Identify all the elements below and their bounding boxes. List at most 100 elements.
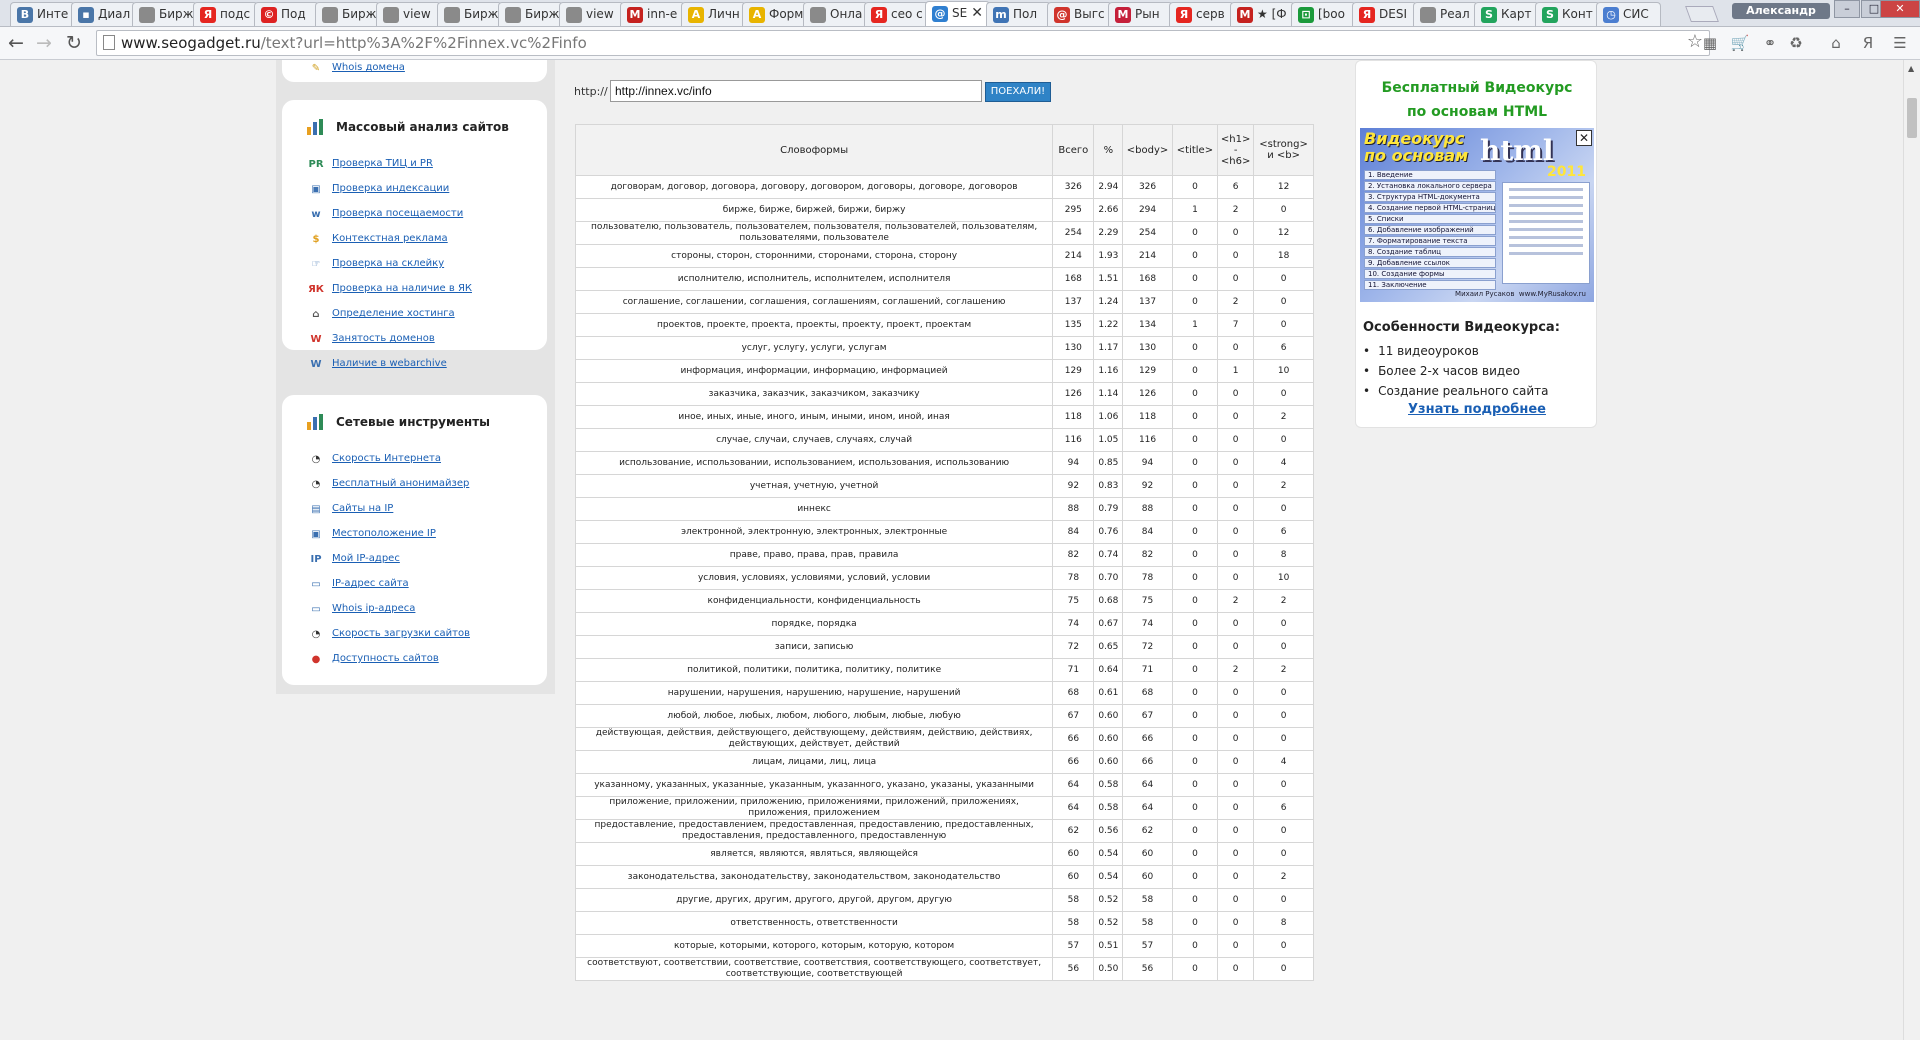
sidebar-link[interactable]: Проверка посещаемости [332, 208, 463, 219]
tab-title: Реал [1440, 7, 1470, 21]
sidebar-link[interactable]: Whois домена [332, 62, 405, 73]
sidebar-link[interactable]: Проверка на склейку [332, 258, 444, 269]
browser-tab[interactable]: Ясерв [1169, 2, 1234, 26]
word-forms-cell: указанному, указанных, указанные, указан… [574, 773, 1054, 797]
word-forms-cell: пользователю, пользователь, пользователе… [574, 221, 1054, 245]
browser-tab[interactable]: view [559, 2, 624, 26]
ad-title[interactable]: Бесплатный Видеокурс по основам HTML [1356, 76, 1598, 124]
browser-tab[interactable]: A Личн [681, 2, 746, 26]
sidebar-link[interactable]: Проверка индексации [332, 183, 449, 194]
count-cell: 0.61 [1093, 681, 1124, 705]
browser-tab[interactable]: Бирж [498, 2, 563, 26]
sidebar-link[interactable]: Местоположение IP [332, 528, 436, 539]
browser-tab[interactable]: Бирж [315, 2, 380, 26]
sidebar-link[interactable]: Проверка на наличие в ЯК [332, 283, 472, 294]
column-header[interactable]: Всего [1052, 124, 1095, 176]
ad-more-link[interactable]: Узнать подробнее [1356, 402, 1598, 417]
browser-tab[interactable]: M ★ [Ф [1230, 2, 1295, 26]
forward-arrow-icon[interactable]: → [32, 31, 56, 55]
column-header[interactable]: Словоформы [574, 124, 1054, 176]
word-forms-cell: другие, других, другим, другого, другой,… [574, 888, 1054, 912]
count-cell: 214 [1052, 244, 1095, 268]
close-icon[interactable]: ✕ [1576, 130, 1592, 146]
browser-tab[interactable]: @ Выгс [1047, 2, 1112, 26]
sidebar-link[interactable]: Наличие в webarchive [332, 358, 447, 369]
address-url[interactable]: www.seogadget.ru/text?url=http%3A%2F%2Fi… [121, 34, 587, 52]
menu-icon[interactable]: ☰ [1890, 33, 1910, 53]
count-cell: 0 [1217, 934, 1255, 958]
word-forms-cell: услуг, услугу, услуги, услугам [574, 336, 1054, 360]
sidebar-link[interactable]: Проверка ТИЦ и PR [332, 158, 433, 169]
scrollbar-thumb[interactable] [1907, 98, 1917, 138]
close-tab-icon[interactable]: ✕ [971, 5, 983, 21]
count-cell: 129 [1052, 359, 1095, 383]
sidebar-link[interactable]: Определение хостинга [332, 308, 455, 319]
browser-tab[interactable]: ▪ Диал [71, 2, 136, 26]
yandex-icon: Я [1359, 7, 1375, 23]
count-cell: 0 [1171, 244, 1219, 268]
count-cell: 0.60 [1093, 704, 1124, 728]
binoculars-icon[interactable]: ⚭ [1760, 33, 1780, 53]
cart-icon[interactable]: 🛒 [1730, 33, 1750, 53]
column-header[interactable]: <body> [1122, 124, 1173, 176]
chat-icon: ▪ [78, 7, 94, 23]
url-input[interactable] [610, 80, 982, 102]
profile-name[interactable]: Александр [1732, 3, 1830, 19]
puzzle-icon[interactable]: ♻ [1786, 33, 1806, 53]
minimize-icon[interactable]: – [1834, 0, 1860, 18]
count-cell: 56 [1122, 957, 1173, 981]
scroll-up-arrow-icon[interactable]: ▲ [1908, 64, 1914, 73]
browser-tab[interactable]: ⊡ [boo [1291, 2, 1356, 26]
browser-tab[interactable]: © Под [254, 2, 319, 26]
column-header[interactable]: <strong> и <b> [1253, 124, 1314, 176]
sidebar-link[interactable]: Скорость Интернета [332, 453, 441, 464]
column-header[interactable]: <h1> - <h6> [1217, 124, 1255, 176]
vertical-scrollbar[interactable]: ▲ [1903, 60, 1920, 1040]
sidebar-link[interactable]: Скорость загрузки сайтов [332, 628, 470, 639]
extension-icon[interactable]: ▦ [1700, 33, 1720, 53]
sidebar-link[interactable]: IP-адрес сайта [332, 578, 409, 589]
browser-tab[interactable]: A Форм [742, 2, 807, 26]
count-cell: 0 [1171, 658, 1219, 682]
yandex-icon[interactable]: Я [1858, 33, 1878, 53]
sidebar-link[interactable]: Whois ip-адреса [332, 603, 415, 614]
column-header[interactable]: % [1093, 124, 1124, 176]
tab-title: inn-e [647, 7, 678, 21]
browser-tab[interactable]: Реал [1413, 2, 1478, 26]
address-bar[interactable]: www.seogadget.ru/text?url=http%3A%2F%2Fi… [96, 30, 1710, 56]
sidebar-link[interactable]: Мой IP-адрес [332, 553, 400, 564]
main-content: http:// ПОЕХАЛИ! СловоформыВсего%<body><… [565, 60, 1314, 1040]
sidebar-link[interactable]: Контекстная реклама [332, 233, 448, 244]
browser-tab[interactable]: Онла [803, 2, 868, 26]
count-cell: 0.83 [1093, 474, 1124, 498]
browser-tab[interactable]: Яподс [193, 2, 258, 26]
browser-tab[interactable]: Бирж [132, 2, 197, 26]
browser-tab[interactable]: Я DESI [1352, 2, 1417, 26]
home-icon[interactable]: ⌂ [1826, 33, 1846, 53]
column-header[interactable]: <title> [1171, 124, 1219, 176]
browser-tab[interactable]: view [376, 2, 441, 26]
new-tab-button[interactable] [1685, 6, 1719, 22]
sidebar-link[interactable]: Занятость доменов [332, 333, 435, 344]
sidebar-link[interactable]: Сайты на IP [332, 503, 393, 514]
browser-tab[interactable]: Ясео с [864, 2, 929, 26]
window-close-icon[interactable]: ✕ [1880, 0, 1920, 18]
ad-course-image[interactable]: Видеокурс по основам html 2011 ✕ 1. Введ… [1360, 128, 1594, 302]
browser-tab[interactable]: Minn-e [620, 2, 685, 26]
back-arrow-icon[interactable]: ← [4, 31, 28, 55]
browser-tab[interactable]: Бирж [437, 2, 502, 26]
count-cell: 2.66 [1093, 198, 1124, 222]
count-cell: 0 [1171, 888, 1219, 912]
browser-tab[interactable]: В Инте [10, 2, 75, 26]
submit-button[interactable]: ПОЕХАЛИ! [985, 82, 1051, 102]
browser-tab[interactable]: S Конт [1535, 2, 1600, 26]
sidebar-link[interactable]: Доступность сайтов [332, 653, 439, 664]
browser-tab[interactable]: M Рын [1108, 2, 1173, 26]
browser-tab[interactable]: m Пол [986, 2, 1051, 26]
reload-icon[interactable]: ↻ [62, 31, 86, 55]
browser-tab[interactable]: ◷ СИС [1596, 2, 1661, 26]
sidebar-link[interactable]: Бесплатный анонимайзер [332, 478, 469, 489]
browser-tab[interactable]: @ SE ✕ [925, 1, 990, 26]
browser-tab[interactable]: S Карт [1474, 2, 1539, 26]
s-icon: S [1481, 7, 1497, 23]
